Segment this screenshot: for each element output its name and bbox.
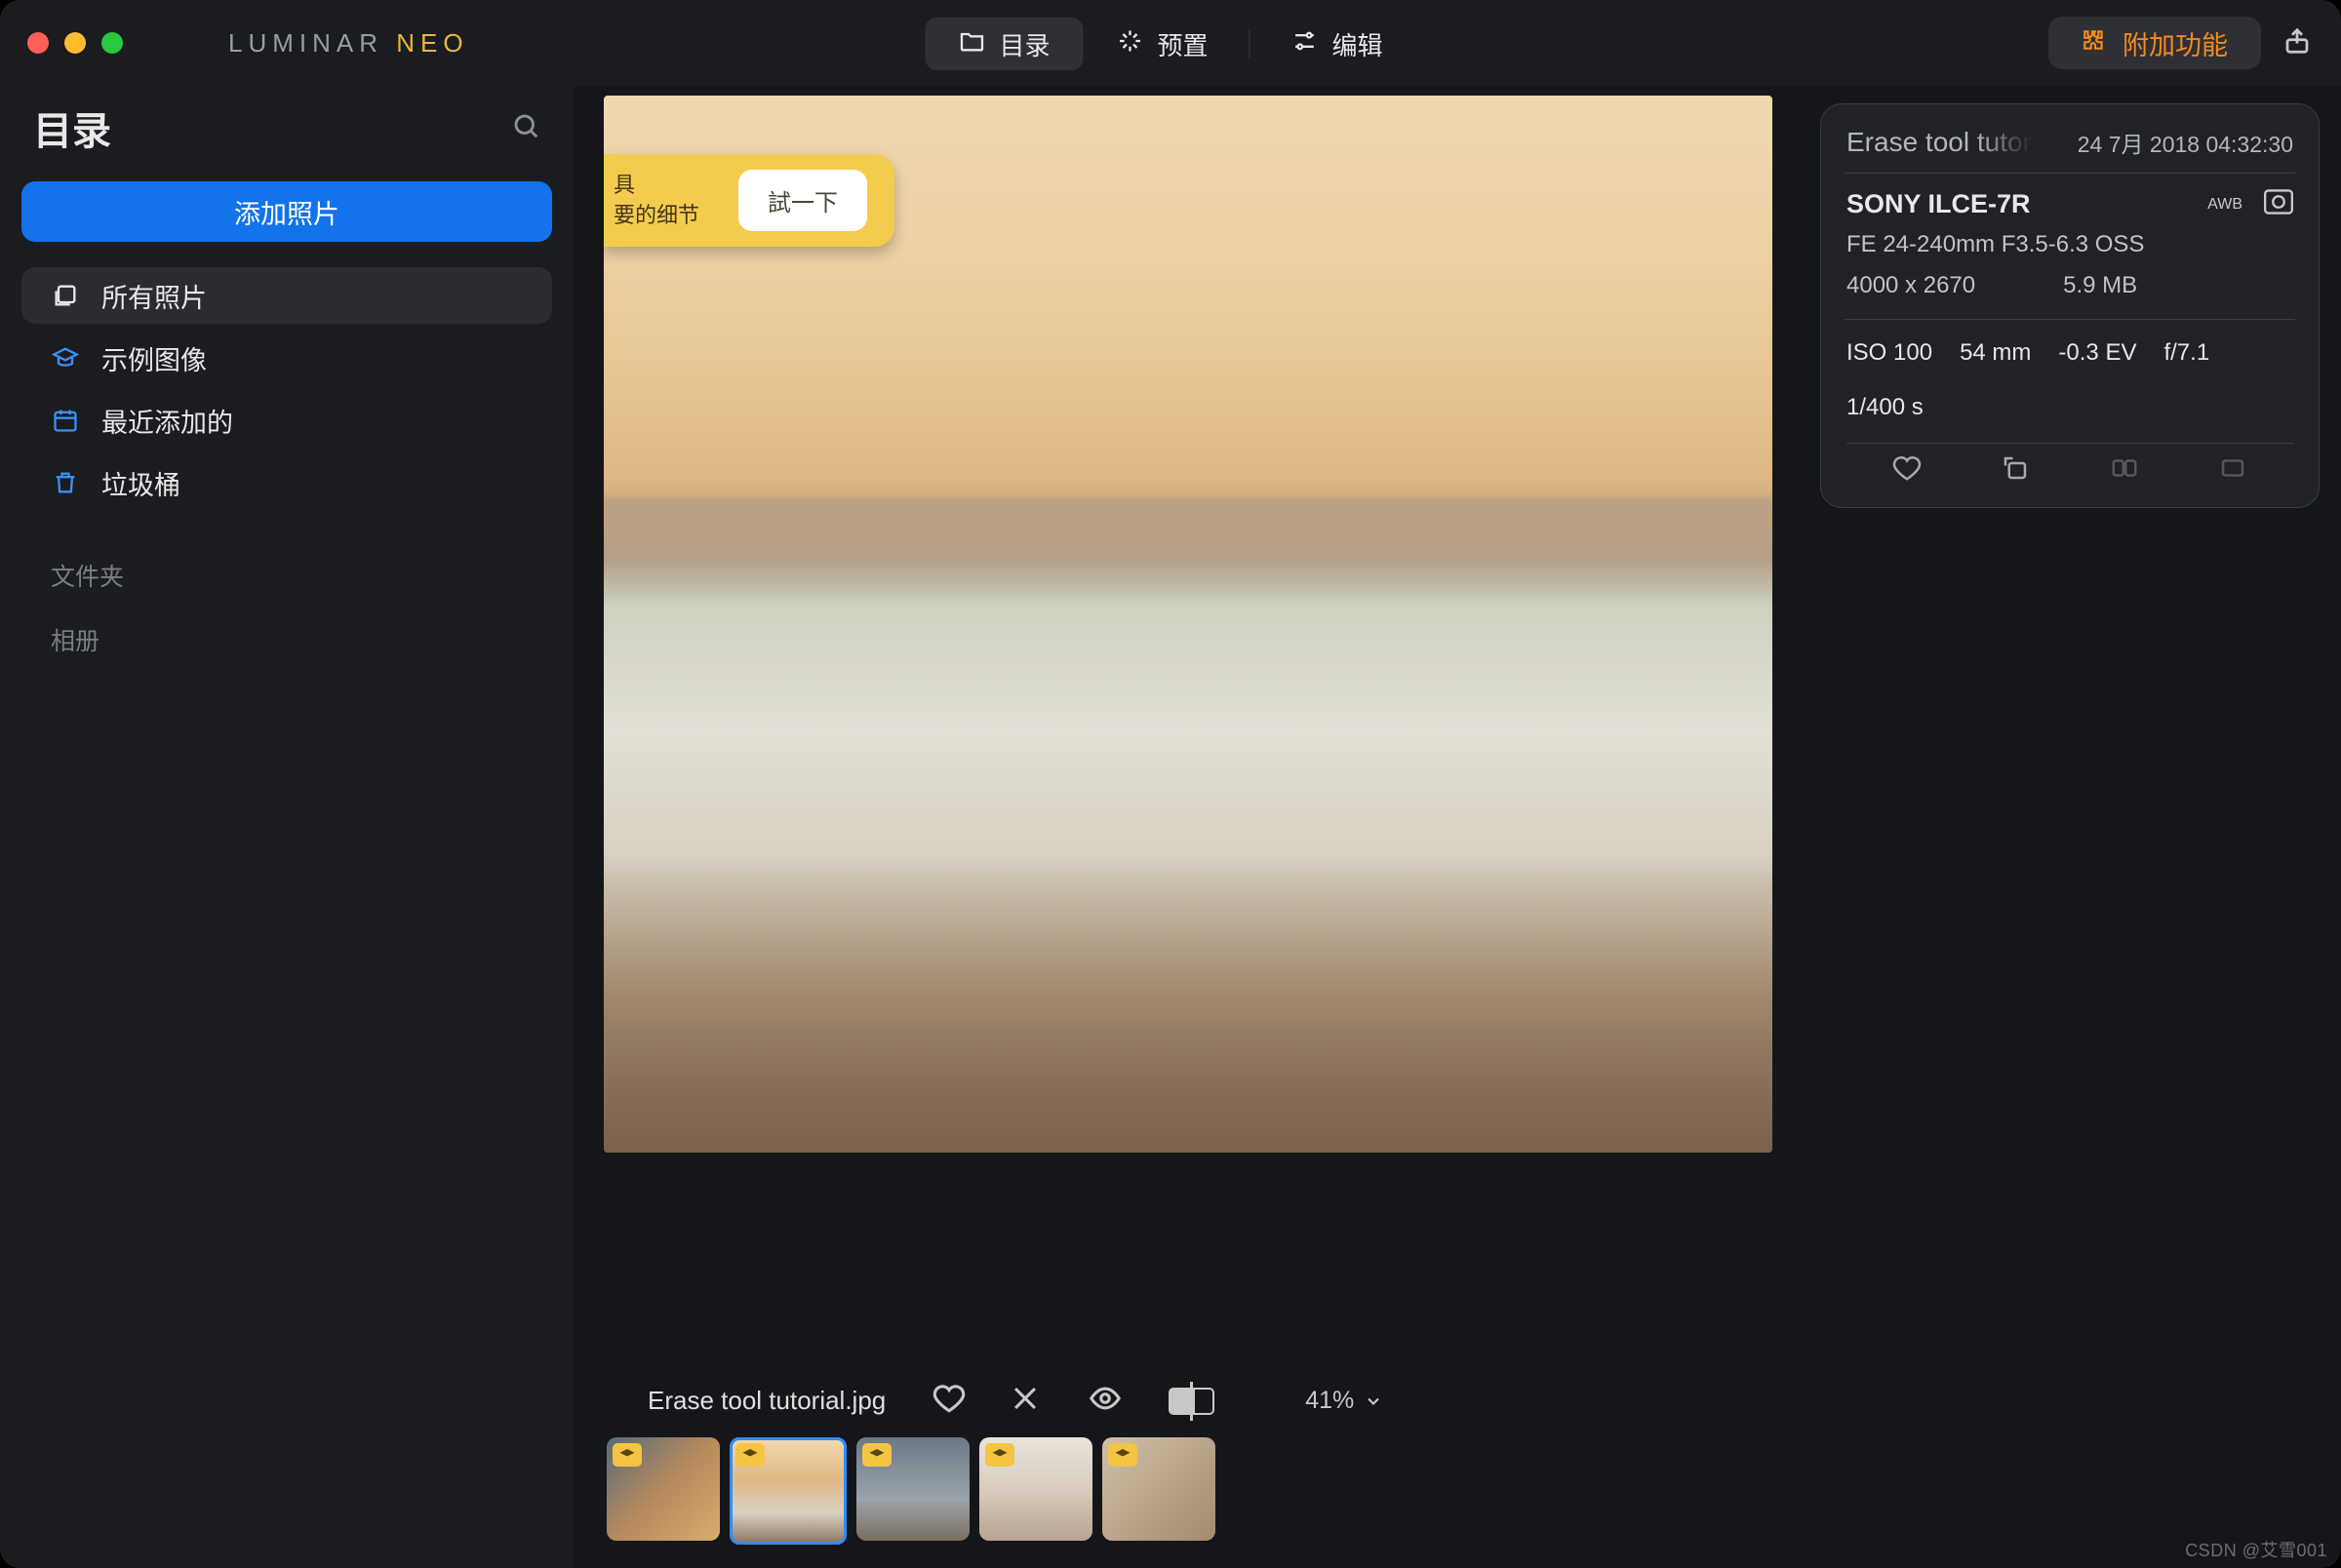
info-ev: -0.3 EV bbox=[2058, 339, 2136, 367]
sidebar: 目录 添加照片 所有照片 示例图像 bbox=[0, 86, 574, 1568]
thumb-1[interactable] bbox=[607, 1437, 720, 1541]
sample-badge-icon bbox=[613, 1443, 642, 1467]
image-preview[interactable]: 具 要的细节 試一下 bbox=[604, 96, 1772, 1153]
info-shutter: 1/400 s bbox=[1846, 394, 1924, 421]
compare-icon[interactable] bbox=[2110, 453, 2139, 488]
window-controls bbox=[27, 32, 123, 54]
close-window-button[interactable] bbox=[27, 32, 49, 54]
sample-badge-icon bbox=[735, 1443, 765, 1467]
thumb-4[interactable] bbox=[979, 1437, 1092, 1541]
nav-recently-added-label: 最近添加的 bbox=[101, 402, 233, 440]
info-awb: AWB bbox=[2207, 196, 2242, 214]
calendar-icon bbox=[51, 406, 80, 435]
zoom-value: 41% bbox=[1305, 1387, 1354, 1415]
tab-catalog[interactable]: 目录 bbox=[925, 18, 1083, 70]
info-panel: Erase tool tutor 24 7月 2018 04:32:30 SON… bbox=[1803, 86, 2341, 1568]
hint-popup: 具 要的细节 試一下 bbox=[604, 154, 894, 247]
info-date: 24 7月 2018 04:32:30 bbox=[2078, 126, 2293, 159]
nav-all-photos[interactable]: 所有照片 bbox=[21, 267, 552, 324]
filmstrip: Erase tool tutorial.jpg 41% bbox=[574, 1352, 1803, 1568]
thumb-3[interactable] bbox=[856, 1437, 970, 1541]
watermark: CSDN @艾雪001 bbox=[2185, 1537, 2327, 1562]
search-icon[interactable] bbox=[511, 111, 540, 145]
tab-edit-label: 编辑 bbox=[1332, 26, 1383, 62]
tab-catalog-label: 目录 bbox=[999, 26, 1050, 62]
sample-badge-icon bbox=[862, 1443, 892, 1467]
favorite-icon[interactable] bbox=[932, 1382, 966, 1420]
thumb-5[interactable] bbox=[1102, 1437, 1215, 1541]
info-iso: ISO 100 bbox=[1846, 339, 1932, 367]
layers-icon bbox=[51, 281, 80, 310]
titlebar: LUMINAR NEO 目录 预置 编辑 bbox=[0, 0, 2341, 86]
sliders-icon bbox=[1291, 27, 1319, 61]
info-lens: FE 24-240mm F3.5-6.3 OSS bbox=[1846, 231, 2293, 258]
nav-recently-added[interactable]: 最近添加的 bbox=[21, 392, 552, 449]
sidebar-title: 目录 bbox=[33, 99, 111, 156]
hint-try-button[interactable]: 試一下 bbox=[738, 170, 867, 231]
add-photos-button[interactable]: 添加照片 bbox=[21, 181, 552, 242]
info-aperture: f/7.1 bbox=[2163, 339, 2209, 367]
hint-line1: 具 bbox=[614, 171, 699, 201]
share-button[interactable] bbox=[2282, 26, 2312, 60]
section-albums[interactable]: 相册 bbox=[21, 601, 552, 665]
divider bbox=[1845, 173, 2295, 174]
info-camera: SONY ILCE-7R bbox=[1846, 189, 2031, 219]
app-brand: LUMINAR NEO bbox=[228, 28, 469, 59]
app-window: LUMINAR NEO 目录 预置 编辑 bbox=[0, 0, 2341, 1568]
info-focal: 54 mm bbox=[1960, 339, 2031, 367]
thumbnails bbox=[607, 1437, 1769, 1545]
addons-button[interactable]: 附加功能 bbox=[2048, 17, 2261, 69]
main-content: 具 要的细节 試一下 Erase tool tutorial.jpg bbox=[574, 86, 1803, 1568]
hint-line2: 要的细节 bbox=[614, 201, 699, 231]
info-filesize: 5.9 MB bbox=[2063, 272, 2137, 299]
reject-icon[interactable] bbox=[1009, 1382, 1042, 1420]
divider bbox=[1845, 319, 2295, 320]
nav-sample-images[interactable]: 示例图像 bbox=[21, 330, 552, 386]
add-photos-label: 添加照片 bbox=[234, 193, 339, 231]
info-title: Erase tool tutor bbox=[1846, 127, 2032, 158]
nav-trash[interactable]: 垃圾桶 bbox=[21, 454, 552, 511]
folder-icon bbox=[958, 27, 985, 61]
sample-badge-icon bbox=[1108, 1443, 1137, 1467]
hint-try-label: 試一下 bbox=[768, 190, 838, 216]
quick-preview-icon[interactable] bbox=[1085, 1382, 1126, 1420]
section-folders[interactable]: 文件夹 bbox=[21, 511, 552, 601]
tab-presets-label: 预置 bbox=[1157, 26, 1208, 62]
puzzle-icon bbox=[2082, 27, 2107, 59]
info-dimensions: 4000 x 2670 bbox=[1846, 272, 1975, 299]
thumb-2[interactable] bbox=[730, 1437, 847, 1545]
current-filename: Erase tool tutorial.jpg bbox=[648, 1386, 886, 1416]
fullscreen-icon[interactable] bbox=[2218, 453, 2247, 488]
sample-badge-icon bbox=[985, 1443, 1014, 1467]
favorite-icon[interactable] bbox=[1892, 453, 1922, 488]
nav-all-photos-label: 所有照片 bbox=[101, 277, 207, 315]
mode-switcher: 目录 预置 编辑 bbox=[925, 18, 1415, 70]
chevron-down-icon bbox=[1364, 1392, 1383, 1411]
nav-sample-images-label: 示例图像 bbox=[101, 339, 207, 377]
sidebar-nav: 所有照片 示例图像 最近添加的 bbox=[21, 267, 552, 511]
nav-trash-label: 垃圾桶 bbox=[101, 464, 180, 502]
minimize-window-button[interactable] bbox=[64, 32, 86, 54]
compare-toggle[interactable] bbox=[1169, 1385, 1223, 1418]
metering-icon bbox=[2264, 189, 2293, 219]
tab-presets[interactable]: 预置 bbox=[1083, 18, 1241, 70]
rotate-icon[interactable] bbox=[2001, 453, 2030, 488]
info-card: Erase tool tutor 24 7月 2018 04:32:30 SON… bbox=[1820, 103, 2320, 508]
zoom-dropdown[interactable]: 41% bbox=[1305, 1387, 1383, 1415]
graduation-icon bbox=[51, 343, 80, 372]
sparkle-icon bbox=[1116, 27, 1143, 61]
trash-icon bbox=[51, 468, 80, 497]
tab-edit[interactable]: 编辑 bbox=[1258, 18, 1416, 70]
fullscreen-window-button[interactable] bbox=[101, 32, 123, 54]
addons-label: 附加功能 bbox=[2123, 24, 2228, 62]
